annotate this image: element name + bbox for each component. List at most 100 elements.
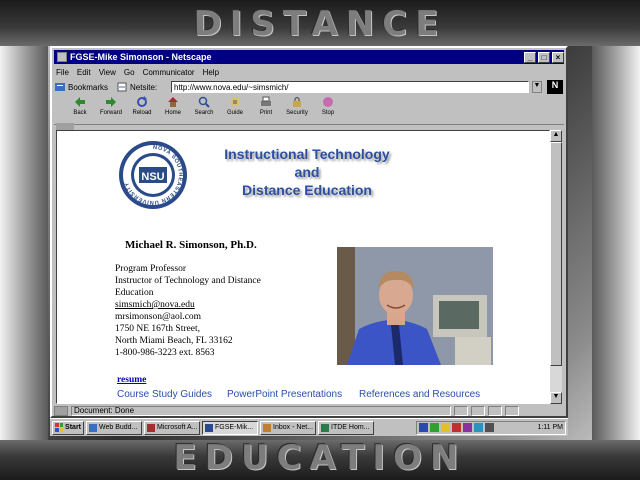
info-role-cont: Education — [115, 288, 154, 298]
task-label: Inbox - Net... — [273, 424, 314, 431]
toolbar-collapse-strip[interactable] — [54, 123, 564, 130]
search-icon — [198, 96, 210, 108]
task-label: FGSE-Mik... — [215, 424, 254, 431]
mail-status-icon[interactable] — [488, 406, 502, 416]
bookmarks-button[interactable]: Bookmarks — [54, 82, 114, 92]
status-cell-1 — [454, 406, 468, 416]
netscape-window: FGSE-Mike Simonson - Netscape _ □ × File… — [50, 46, 568, 418]
windows-taskbar: Start Web Budd... Microsoft A... FGSE-Mi… — [50, 418, 568, 436]
status-text: Document: Done — [71, 406, 451, 416]
resume-link[interactable]: resume — [117, 375, 146, 385]
scroll-thumb[interactable] — [550, 142, 562, 366]
print-label: Print — [259, 110, 273, 116]
forward-label: Forward — [99, 110, 122, 116]
header-line-3: Distance Education — [242, 182, 372, 198]
reload-icon — [137, 96, 147, 107]
email-link[interactable]: simsmich@nova.edu — [115, 299, 295, 311]
course-study-guides-link[interactable]: Course Study Guides — [117, 389, 212, 400]
start-label: Start — [65, 424, 81, 431]
task-app-icon — [321, 423, 329, 432]
navigation-toolbar: Back Forward Reload Home Search Guide Pr… — [66, 96, 366, 122]
menu-communicator[interactable]: Communicator — [143, 68, 195, 77]
guide-button[interactable]: Guide — [221, 96, 249, 122]
page-content: NSU NOVA SOUTHEASTERN UNIVERSITY Instruc… — [56, 130, 550, 404]
url-dropdown-icon[interactable]: ▼ — [532, 81, 542, 93]
task-web-buddy[interactable]: Web Budd... — [86, 420, 142, 435]
tray-app-icon[interactable] — [474, 423, 483, 432]
search-label: Search — [194, 110, 214, 116]
scroll-down-icon[interactable]: ▼ — [550, 392, 562, 404]
portrait-photo — [337, 247, 493, 365]
tray-volume-icon[interactable] — [441, 423, 450, 432]
page-header-title: Instructional Technology and Distance Ed… — [207, 145, 407, 199]
back-arrow-icon — [75, 97, 85, 107]
print-button[interactable]: Print — [252, 96, 280, 122]
start-button[interactable]: Start — [52, 420, 84, 435]
frame-bevel-right — [592, 0, 640, 480]
taskbar-clock[interactable]: 1:11 PM — [537, 424, 563, 431]
task-app-icon — [263, 423, 271, 432]
home-button[interactable]: Home — [159, 96, 187, 122]
powerpoint-presentations-link[interactable]: PowerPoint Presentations — [227, 389, 342, 400]
contact-info: Program Professor Instructor of Technolo… — [115, 263, 295, 359]
collapse-tab-icon[interactable] — [56, 123, 74, 130]
task-itde-home[interactable]: ITDE Hom... — [318, 420, 374, 435]
menu-go[interactable]: Go — [124, 68, 135, 77]
system-tray: 1:11 PM — [416, 420, 566, 435]
netscape-logo-icon: N — [547, 80, 563, 94]
security-button[interactable]: Security — [283, 96, 311, 122]
stop-button[interactable]: Stop — [314, 96, 342, 122]
reload-label: Reload — [132, 110, 152, 116]
task-app-icon — [205, 423, 213, 432]
person-name: Michael R. Simonson, Ph.D. — [125, 239, 257, 251]
header-line-2: and — [294, 164, 320, 180]
stop-label: Stop — [321, 110, 335, 116]
menu-help[interactable]: Help — [203, 68, 219, 77]
forward-button[interactable]: Forward — [97, 96, 125, 122]
reload-button[interactable]: Reload — [128, 96, 156, 122]
banner-distance: DISTANCE — [193, 4, 447, 44]
info-title: Program Professor — [115, 264, 186, 274]
windows-logo-icon — [55, 422, 64, 432]
title-bar[interactable]: FGSE-Mike Simonson - Netscape _ □ × — [54, 50, 564, 64]
tray-app-icon[interactable] — [430, 423, 439, 432]
security-status-icon[interactable] — [54, 406, 68, 416]
menu-view[interactable]: View — [99, 68, 116, 77]
scroll-up-icon[interactable]: ▲ — [550, 130, 562, 142]
back-button[interactable]: Back — [66, 96, 94, 122]
tray-network-icon[interactable] — [419, 423, 428, 432]
info-role: Instructor of Technology and Distance — [115, 276, 261, 286]
security-label: Security — [286, 110, 308, 116]
url-input[interactable] — [171, 81, 529, 93]
email-alt: mrsimonson@aol.com — [115, 312, 202, 322]
tray-adobe-icon[interactable] — [452, 423, 461, 432]
tray-app-icon[interactable] — [485, 423, 494, 432]
bottom-links: Course Study Guides PowerPoint Presentat… — [117, 389, 547, 403]
netscape-app-icon — [57, 52, 67, 62]
bookmarks-label: Bookmarks — [68, 82, 109, 92]
status-cell-2 — [471, 406, 485, 416]
references-resources-link[interactable]: References and Resources — [359, 389, 480, 400]
task-app-icon — [89, 423, 97, 432]
close-button[interactable]: × — [552, 51, 564, 63]
menu-file[interactable]: File — [56, 68, 69, 77]
task-fgse-netscape[interactable]: FGSE-Mik... — [202, 420, 258, 435]
menu-edit[interactable]: Edit — [77, 68, 91, 77]
task-inbox[interactable]: Inbox - Net... — [260, 420, 316, 435]
guide-icon — [231, 98, 239, 106]
tray-app-icon[interactable] — [463, 423, 472, 432]
guide-label: Guide — [226, 110, 243, 116]
component-bar-icon[interactable] — [505, 406, 519, 416]
task-microsoft-access[interactable]: Microsoft A... — [144, 420, 200, 435]
forward-arrow-icon — [106, 97, 116, 107]
page-proxy-icon[interactable] — [117, 82, 127, 92]
maximize-button[interactable]: □ — [538, 51, 550, 63]
bookmark-icon — [55, 83, 65, 91]
home-label: Home — [164, 110, 181, 116]
vertical-scrollbar[interactable]: ▲ ▼ — [550, 130, 562, 404]
header-line-1: Instructional Technology — [224, 146, 390, 162]
home-icon — [168, 97, 178, 107]
minimize-button[interactable]: _ — [524, 51, 536, 63]
lock-icon — [293, 96, 301, 107]
search-button[interactable]: Search — [190, 96, 218, 122]
